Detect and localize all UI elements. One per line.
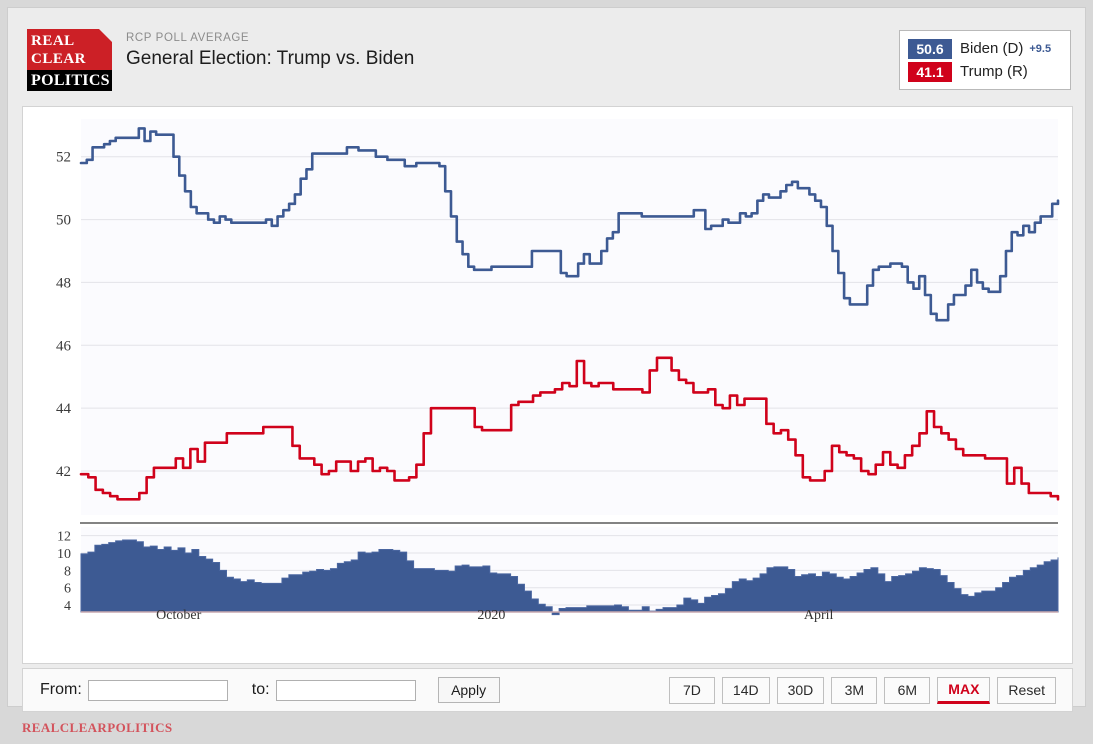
- svg-text:8: 8: [64, 564, 71, 579]
- svg-text:48: 48: [56, 275, 71, 291]
- range-button-max[interactable]: MAX: [937, 676, 991, 704]
- chart-header: REAL CLEAR POLITICS RCP POLL AVERAGE Gen…: [8, 8, 1085, 100]
- logo-corner-fold: [99, 29, 112, 42]
- poll-average-line-chart: 4244464850524681012October 2020 April: [56, 119, 1060, 623]
- range-button-reset[interactable]: Reset: [997, 676, 1056, 704]
- svg-text:2020: 2020: [477, 608, 505, 623]
- legend-delta-biden: +9.5: [1029, 42, 1052, 55]
- range-button-3m[interactable]: 3M: [831, 676, 878, 704]
- legend-value-trump: 41.1: [908, 61, 952, 82]
- legend-item-biden[interactable]: 50.6 Biden (D) +9.5: [908, 37, 1060, 60]
- svg-text:12: 12: [57, 530, 71, 545]
- chart-legend: 50.6 Biden (D) +9.5 41.1 Trump (R): [899, 30, 1071, 90]
- svg-text:46: 46: [56, 338, 72, 354]
- chart-controls-bar: From: to: Apply 7D 14D 30D 3M 6M MAX Res…: [22, 668, 1073, 712]
- logo-line-clear: CLEAR: [31, 51, 87, 67]
- to-label: to:: [251, 681, 270, 698]
- footer-brand: REALCLEARPOLITICS: [22, 720, 173, 735]
- svg-text:4: 4: [64, 599, 71, 614]
- rcp-chart-widget: REAL CLEAR POLITICS RCP POLL AVERAGE Gen…: [7, 7, 1086, 735]
- legend-item-trump[interactable]: 41.1 Trump (R): [908, 60, 1060, 83]
- range-button-7d[interactable]: 7D: [668, 676, 715, 704]
- title-block: RCP POLL AVERAGE General Election: Trump…: [126, 32, 414, 70]
- svg-text:April: April: [804, 608, 834, 623]
- legend-value-biden: 50.6: [908, 38, 952, 59]
- svg-text:52: 52: [56, 150, 71, 166]
- range-button-6m[interactable]: 6M: [884, 676, 931, 704]
- to-date-input[interactable]: [275, 679, 416, 701]
- svg-text:October: October: [156, 608, 201, 623]
- logo-line-politics: POLITICS: [27, 70, 112, 91]
- legend-label-biden: Biden (D): [960, 40, 1024, 57]
- range-button-30d[interactable]: 30D: [776, 676, 825, 704]
- range-button-group: 7D 14D 30D 3M 6M MAX Reset: [668, 676, 1072, 704]
- date-range-selector: From: to: Apply: [23, 677, 500, 703]
- svg-text:10: 10: [57, 547, 71, 562]
- svg-text:50: 50: [56, 213, 71, 229]
- range-button-14d[interactable]: 14D: [721, 676, 770, 704]
- chart-plot-area[interactable]: 42 44 46 48 50 52 4 6 8 10 12 October 2020 April: [22, 106, 1073, 664]
- svg-text:44: 44: [56, 401, 72, 417]
- apply-button[interactable]: Apply: [437, 677, 500, 703]
- realclearpolitics-logo: REAL CLEAR POLITICS: [27, 29, 112, 91]
- page-title: General Election: Trump vs. Biden: [126, 48, 415, 69]
- svg-text:42: 42: [56, 464, 71, 480]
- chart-kicker: RCP POLL AVERAGE: [126, 32, 250, 44]
- svg-text:6: 6: [64, 582, 71, 597]
- from-date-input[interactable]: [87, 679, 228, 701]
- from-label: From:: [40, 681, 82, 698]
- legend-label-trump: Trump (R): [960, 63, 1028, 80]
